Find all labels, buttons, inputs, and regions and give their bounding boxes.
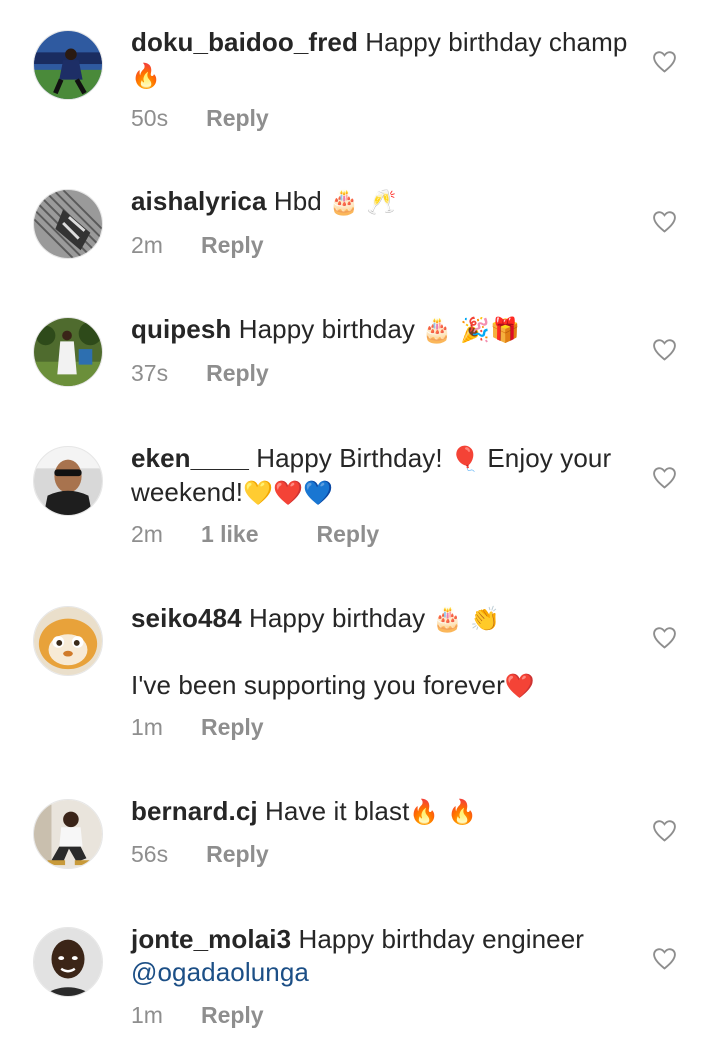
avatar[interactable] [33, 927, 103, 997]
comment-username[interactable]: quipesh [131, 314, 231, 344]
comment-username[interactable]: jonte_molai3 [131, 924, 291, 954]
reply-button[interactable]: Reply [317, 521, 380, 548]
reply-button[interactable]: Reply [206, 841, 269, 868]
avatar[interactable] [33, 799, 103, 869]
comment-emoji: 🔥 🔥 [409, 798, 478, 826]
comment-body-continued: I've been supporting you forever [131, 670, 505, 700]
comment-username[interactable]: aishalyrica [131, 186, 267, 216]
comment-time: 50s [131, 105, 169, 131]
comment-emoji: 🎈 [450, 445, 481, 473]
comment-emoji-heart: ❤️ [504, 672, 535, 700]
comment-time: 2m [131, 232, 163, 258]
reply-button[interactable]: Reply [206, 105, 269, 132]
reply-button[interactable]: Reply [201, 714, 264, 741]
comment-time: 56s [131, 841, 169, 867]
comment-time: 1m [131, 714, 163, 740]
comment-time: 1m [131, 1002, 163, 1028]
comment-time: 37s [131, 360, 169, 386]
comment-body: Happy birthday champ [365, 27, 628, 57]
like-heart-icon[interactable] [652, 338, 677, 361]
comment-text: seiko484 Happy birthday 🎂 👏 I've been su… [131, 602, 631, 703]
like-heart-icon[interactable] [652, 947, 677, 970]
comment-emoji: 🎂 🎉🎁 [422, 316, 520, 344]
like-heart-icon[interactable] [652, 50, 677, 73]
like-heart-icon[interactable] [652, 210, 677, 233]
comment-text: doku_baidoo_fred Happy birthday champ 🔥 [131, 26, 631, 93]
avatar-image [34, 800, 102, 868]
comment-username[interactable]: doku_baidoo_fred [131, 27, 358, 57]
comment-emoji: 🎂 👏 [432, 605, 501, 633]
comment-meta: 2m Reply [131, 232, 264, 259]
comment-username[interactable]: eken____ [131, 443, 249, 473]
avatar-image [34, 607, 102, 675]
comment-text: aishalyrica Hbd 🎂 🥂 [131, 185, 631, 219]
like-count[interactable]: 1 like [201, 521, 259, 548]
comment-body: Hbd [273, 186, 322, 216]
like-heart-icon[interactable] [652, 466, 677, 489]
comment-text: jonte_molai3 Happy birthday engineer @og… [131, 923, 631, 989]
like-heart-icon[interactable] [652, 626, 677, 649]
avatar[interactable] [33, 317, 103, 387]
comment-text: bernard.cj Have it blast🔥 🔥 [131, 795, 631, 829]
comment-text: eken____ Happy Birthday! 🎈 Enjoy your we… [131, 442, 631, 510]
avatar-image [34, 190, 102, 258]
comment-body: Happy birthday [249, 603, 426, 633]
comment-emoji: 🔥 [131, 62, 161, 90]
comment-username[interactable]: seiko484 [131, 603, 242, 633]
avatar[interactable] [33, 189, 103, 259]
comment-text: quipesh Happy birthday 🎂 🎉🎁 [131, 313, 631, 347]
comment-body: Happy birthday engineer [298, 924, 585, 954]
avatar-image [34, 447, 102, 515]
comment-time: 2m [131, 521, 163, 547]
mention-link[interactable]: @ogadaolunga [131, 957, 309, 987]
avatar[interactable] [33, 30, 103, 100]
avatar-image [34, 928, 102, 996]
like-heart-icon[interactable] [652, 819, 677, 842]
comment-emoji: 🎂 🥂 [329, 188, 397, 216]
comment-emoji-hearts: 💛❤️💙 [243, 479, 334, 507]
reply-button[interactable]: Reply [201, 1002, 264, 1029]
comment-meta: 2m 1 like Reply [131, 521, 379, 548]
comment-body: Happy birthday [238, 314, 415, 344]
comment-meta: 1m Reply [131, 1002, 264, 1029]
avatar[interactable] [33, 606, 103, 676]
reply-button[interactable]: Reply [201, 232, 264, 259]
comment-body: Have it blast [265, 796, 410, 826]
avatar-image [34, 31, 102, 99]
comment-body: Happy Birthday! [256, 443, 443, 473]
reply-button[interactable]: Reply [206, 360, 269, 387]
comment-meta: 37s Reply [131, 360, 269, 387]
avatar[interactable] [33, 446, 103, 516]
comment-meta: 56s Reply [131, 841, 269, 868]
comment-meta: 50s Reply [131, 105, 269, 132]
comment-meta: 1m Reply [131, 714, 264, 741]
comment-username[interactable]: bernard.cj [131, 796, 258, 826]
avatar-image [34, 318, 102, 386]
